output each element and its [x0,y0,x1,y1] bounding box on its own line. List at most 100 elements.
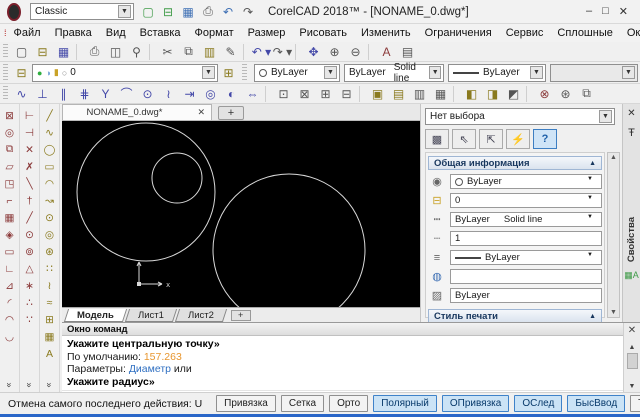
fillet-tool-icon[interactable]: ◜ [1,294,19,311]
close-panel-icon[interactable]: ✕ [627,108,635,119]
toolbar-grip[interactable] [3,43,8,60]
dim-leader-icon[interactable]: ╱ [21,209,39,226]
sheet-tab[interactable]: Лист1 [124,308,177,322]
coincident-constraint-icon[interactable]: ◐ [221,85,242,103]
collapse-icon[interactable]: ▲ [589,160,596,167]
undo-icon[interactable]: ↶ [218,3,238,21]
dim-angular-icon[interactable]: ✕ [21,141,39,158]
pan-icon[interactable]: ✥ [303,43,324,61]
block-tool-icon[interactable]: ⊞ [41,311,59,328]
layer-settings-icon[interactable]: ⊛ [555,85,576,103]
status-toggle-button[interactable]: Сетка [280,395,325,412]
lineweight-select[interactable]: ByLayer ▼ [448,63,546,82]
workspace-select[interactable]: Classic ▼ [30,3,134,20]
document-tab[interactable]: NONAME_0.dwg* ✕ [62,104,212,120]
dim-center-icon[interactable]: ⊙ [21,226,39,243]
select-cursor-button[interactable]: ⇖ [452,129,476,149]
menu-item[interactable]: Вставка [133,27,188,39]
snap-midpoint-icon[interactable]: ⊞ [315,85,336,103]
select-matching-button[interactable]: ▩ [425,129,449,149]
ellipse-tool-icon[interactable]: ◎ [41,226,59,243]
spline-tool-icon[interactable]: ↝ [41,192,59,209]
menu-item[interactable]: Окно [620,27,640,39]
scroll-down-icon[interactable]: ▼ [610,309,617,316]
status-toggle-button[interactable]: ТолщинаЛ [630,395,640,412]
donut-tool-icon[interactable]: ⊛ [41,243,59,260]
menu-item[interactable]: Размер [241,27,293,39]
separator[interactable] [243,43,249,60]
more-tools-chevron-icon[interactable]: » [4,382,14,387]
add-sheet-button[interactable]: + [230,309,251,321]
extend-tool-icon[interactable]: ⊿ [1,277,19,294]
more-tools-chevron-icon[interactable]: » [24,382,34,387]
chevron-down-icon[interactable]: ▼ [587,176,599,187]
open-icon[interactable]: ⊟ [32,43,53,61]
layer-unlock-icon[interactable]: ◨ [482,85,503,103]
tangent-constraint-icon[interactable]: ⌒ [116,85,137,103]
menu-item[interactable]: Формат [188,27,241,39]
pin-icon[interactable]: Ŧ [628,127,635,139]
undo-icon[interactable]: ↶ ▾ [251,43,272,61]
new-drawing-icon[interactable]: ▢ [11,43,32,61]
drawn-circle[interactable] [151,152,203,204]
properties-panel-tab[interactable]: Свойства [626,217,637,262]
print-icon[interactable]: ⎙ [198,3,218,21]
sheet-tab[interactable]: Лист2 [174,308,227,322]
text-style-icon[interactable]: A [376,43,397,61]
arc-tool-icon[interactable]: ◠ [41,175,59,192]
menu-item[interactable]: Изменить [354,27,418,39]
menu-item[interactable]: Файл [7,27,48,39]
separator[interactable] [368,43,374,60]
layer-previous-icon[interactable]: ⧉ [576,85,597,103]
vertical-constraint-icon[interactable]: ∥ [53,85,74,103]
layer-select[interactable]: ● ◑ ▮ ○ 0 ▼ [32,63,218,82]
fix-constraint-icon[interactable]: ∿ [11,85,32,103]
cut-icon[interactable]: ✂ [157,43,178,61]
redo-icon[interactable]: ↷ [238,3,258,21]
close-button[interactable]: ✕ [619,5,628,18]
parallel-constraint-icon[interactable]: ⋕ [74,85,95,103]
separator[interactable] [295,43,301,60]
polygon-tool-icon[interactable]: ◯ [41,141,59,158]
redo-icon[interactable]: ↷ ▾ [272,43,293,61]
status-toggle-button[interactable]: ОСлед [514,395,563,412]
toolbar-grip[interactable] [3,85,8,102]
menu-item[interactable]: Сплошные [550,27,619,39]
chamfer-tool-icon[interactable]: ◠ [1,311,19,328]
layer-select[interactable]: 0 ▼ [450,193,602,208]
menu-item[interactable]: Ограничения [418,27,499,39]
save-icon[interactable]: ▦ [53,43,74,61]
text-styles-icon[interactable]: ▦A [624,270,639,281]
dim-baseline-icon[interactable]: △ [21,260,39,277]
drawing-canvas[interactable]: x [62,121,420,307]
close-tab-icon[interactable]: ✕ [197,107,205,118]
color-select[interactable]: ByLayer ▼ [254,63,340,82]
drawn-circle[interactable] [212,173,366,307]
scroll-up-icon[interactable]: ▲ [629,344,636,351]
scrollbar-thumb[interactable] [626,353,638,369]
concentric-constraint-icon[interactable]: ⊙ [137,85,158,103]
chevron-down-icon[interactable]: ▼ [429,66,441,79]
layers-manager-icon[interactable]: ⊟ [11,64,32,82]
dim-ordinate-icon[interactable]: † [21,192,39,209]
print-preview-icon[interactable]: ◫ [105,43,126,61]
chevron-down-icon[interactable]: ▼ [599,110,612,123]
snap-center-icon[interactable]: ⊟ [336,85,357,103]
chevron-down-icon[interactable]: ▼ [587,252,599,263]
section-general-header[interactable]: Общая информация ▲ [428,156,602,170]
erase-tool-icon[interactable]: ⊠ [1,107,19,124]
separator[interactable] [526,85,532,102]
status-toggle-button[interactable]: ОПривязка [441,395,510,412]
rotate-tool-icon[interactable]: ◈ [1,226,19,243]
lock-constraint-icon[interactable]: ⊥ [32,85,53,103]
save-icon[interactable]: ▦ [178,3,198,21]
status-toggle-button[interactable]: Полярный [373,395,437,412]
separator[interactable] [76,43,82,60]
chevron-down-icon[interactable]: ▼ [324,66,337,79]
zoom-in-icon[interactable]: ⊕ [324,43,345,61]
point-tool-icon[interactable]: ∷ [41,260,59,277]
hatch-tool-icon[interactable]: ▦ [41,328,59,345]
rectangle-tool-icon[interactable]: ▭ [41,158,59,175]
layer-lock-icon[interactable]: ◧ [461,85,482,103]
layer-thaw-icon[interactable]: ▦ [430,85,451,103]
